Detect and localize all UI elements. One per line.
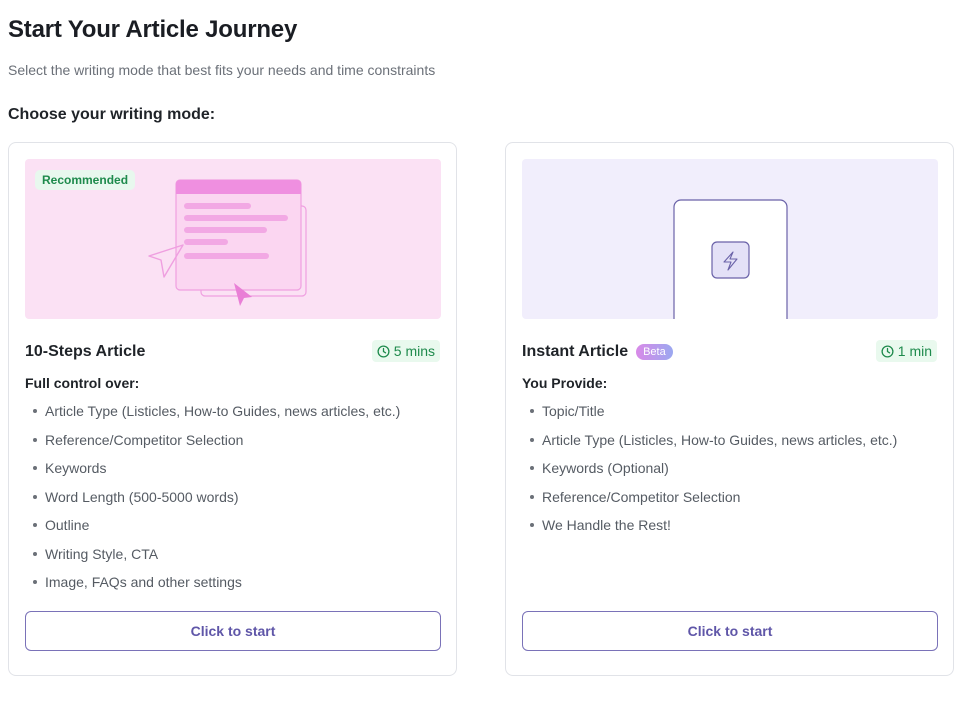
beta-badge: Beta [636, 344, 673, 360]
card-hero-illustration [522, 159, 938, 319]
section-label: Choose your writing mode: [8, 106, 216, 123]
list-item: Keywords (Optional) [530, 454, 897, 483]
card-hero-illustration: Recommended [25, 159, 441, 319]
list-item: Reference/Competitor Selection [33, 426, 400, 455]
list-heading: You Provide: [522, 375, 608, 391]
list-item: Keywords [33, 454, 400, 483]
phone-illustration [673, 199, 788, 319]
list-item: Topic/Title [530, 397, 897, 426]
list-item: Word Length (500-5000 words) [33, 483, 400, 512]
clock-icon [881, 344, 894, 358]
feature-list: Topic/Title Article Type (Listicles, How… [530, 397, 897, 540]
list-item: Image, FAQs and other settings [33, 568, 400, 597]
start-instant-button[interactable]: Click to start [522, 611, 938, 651]
time-estimate-text: 1 min [897, 343, 932, 359]
list-item: Reference/Competitor Selection [530, 483, 897, 512]
feature-list: Article Type (Listicles, How-to Guides, … [33, 397, 400, 597]
card-title: 10-Steps Article [25, 343, 146, 360]
card-title: Instant Article Beta [522, 343, 673, 361]
list-item: Outline [33, 511, 400, 540]
time-estimate-badge: 5 mins [371, 340, 440, 362]
lightning-icon [711, 241, 750, 279]
list-item: We Handle the Rest! [530, 511, 897, 540]
mode-card-instant[interactable]: Instant Article Beta 1 min You Provide: … [505, 142, 954, 676]
page-subtitle: Select the writing mode that best fits y… [8, 62, 436, 78]
document-illustration [148, 179, 307, 306]
start-10-steps-button[interactable]: Click to start [25, 611, 441, 651]
mode-card-10-steps[interactable]: Recommended 10-Steps Article 5 mins Full… [8, 142, 457, 676]
list-heading: Full control over: [25, 375, 140, 391]
page-title: Start Your Article Journey [8, 16, 298, 43]
time-estimate-badge: 1 min [875, 340, 937, 362]
time-estimate-text: 5 mins [393, 343, 435, 359]
list-item: Article Type (Listicles, How-to Guides, … [33, 397, 400, 426]
list-item: Writing Style, CTA [33, 540, 400, 569]
clock-icon [377, 344, 390, 358]
list-item: Article Type (Listicles, How-to Guides, … [530, 426, 897, 455]
